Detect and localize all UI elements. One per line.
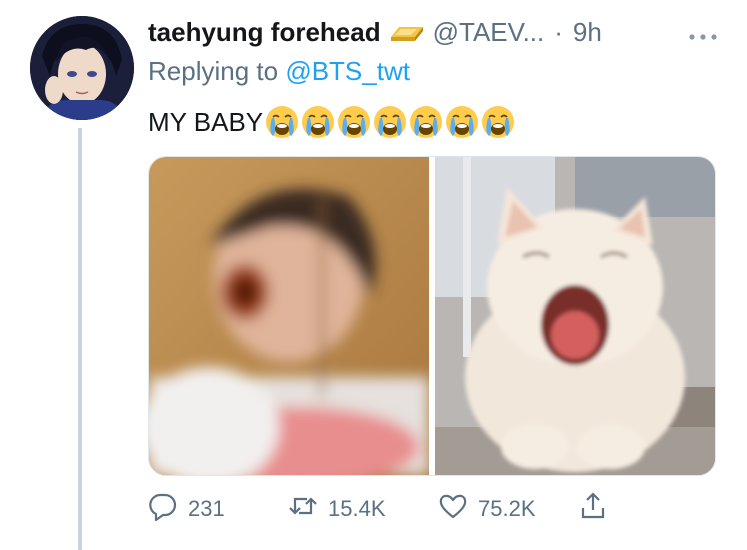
loudly-crying-face-emoji (374, 106, 407, 138)
share-icon (578, 491, 608, 527)
reply-prefix: Replying to (148, 56, 279, 86)
loudly-crying-face-emoji (302, 106, 335, 138)
loudly-crying-face-emoji (266, 106, 299, 138)
retweet-button[interactable]: 15.4K (288, 491, 438, 527)
tweet-text-body: MY BABY (148, 106, 264, 137)
reply-mention-link[interactable]: @BTS_twt (285, 56, 410, 86)
loudly-crying-face-emoji (338, 106, 371, 138)
more-options-icon[interactable] (688, 18, 718, 49)
author-display-name[interactable]: taehyung forehead (148, 17, 381, 48)
separator-dot: · (554, 16, 563, 47)
gold-bar-icon (389, 21, 425, 43)
share-button[interactable] (578, 491, 608, 527)
reply-button[interactable]: 231 (148, 491, 288, 527)
reply-count: 231 (188, 496, 225, 521)
loudly-crying-face-emoji (482, 106, 515, 138)
loudly-crying-face-emoji (446, 106, 479, 138)
tweet-text: MY BABY (148, 104, 515, 140)
yawning-white-cat-photo[interactable] (435, 157, 715, 475)
blurred-yawning-person-photo[interactable] (149, 157, 429, 475)
tweet-media (148, 156, 716, 476)
like-count: 75.2K (478, 496, 536, 521)
thread-line (78, 128, 82, 550)
tweet-header: taehyung forehead @TAEV... · 9h (148, 14, 602, 50)
retweet-icon (288, 491, 318, 527)
tweet-timestamp[interactable]: 9h (573, 17, 602, 48)
retweet-count: 15.4K (328, 496, 386, 521)
emoji-row (265, 105, 515, 139)
author-avatar[interactable] (30, 16, 134, 120)
author-handle[interactable]: @TAEV... (433, 17, 545, 48)
heart-icon (438, 491, 468, 527)
like-button[interactable]: 75.2K (438, 491, 578, 527)
reply-context: Replying to @BTS_twt (148, 56, 410, 87)
reply-icon (148, 491, 178, 527)
loudly-crying-face-emoji (410, 106, 443, 138)
tweet-action-bar: 231 15.4K 75.2K (148, 490, 608, 528)
